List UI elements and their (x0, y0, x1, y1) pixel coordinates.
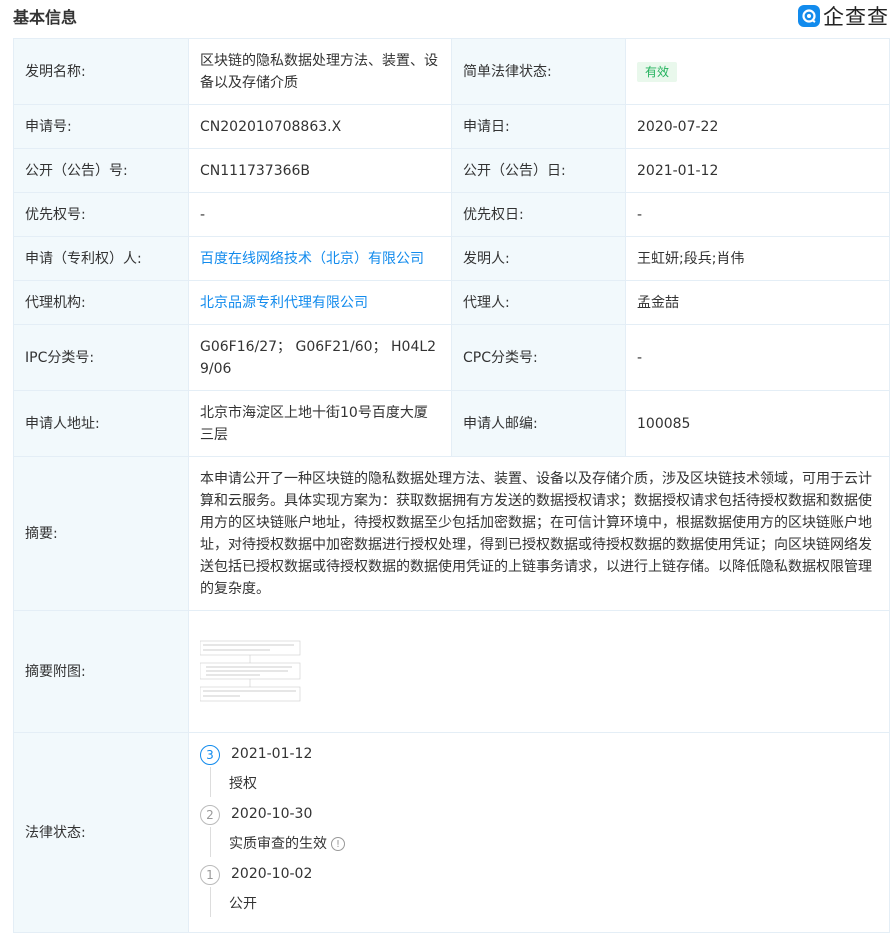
table-row: 申请号: CN202010708863.X 申请日: 2020-07-22 (13, 104, 890, 149)
timeline-item: 3 2021-01-12 授权 (200, 741, 878, 801)
application-no-label: 申请号: (13, 104, 189, 149)
address-value: 北京市海淀区上地十街10号百度大厦三层 (188, 390, 452, 457)
table-row: 申请人地址: 北京市海淀区上地十街10号百度大厦三层 申请人邮编: 100085 (13, 390, 890, 457)
agent-value: 孟金喆 (625, 280, 890, 325)
postcode-value: 100085 (625, 390, 890, 457)
invention-name-value: 区块链的隐私数据处理方法、装置、设备以及存储介质 (188, 38, 452, 105)
timeline-step-number: 1 (200, 865, 220, 885)
qichacha-logo-icon (798, 5, 820, 27)
info-icon[interactable]: ! (331, 837, 345, 851)
publication-no-value: CN111737366B (188, 148, 452, 193)
postcode-label: 申请人邮编: (451, 390, 626, 457)
priority-no-value: - (188, 192, 452, 237)
agency-link[interactable]: 北京品源专利代理有限公司 (200, 295, 368, 311)
abstract-figure-thumbnail[interactable] (200, 637, 304, 707)
agent-label: 代理人: (451, 280, 626, 325)
ipc-label: IPC分类号: (13, 324, 189, 391)
timeline-event: 授权 (229, 773, 257, 795)
section-header: 基本信息 企查查 (0, 0, 895, 34)
application-no-value: CN202010708863.X (188, 104, 452, 149)
timeline-event: 公开 (229, 893, 257, 915)
table-row: 公开（公告）号: CN111737366B 公开（公告）日: 2021-01-1… (13, 148, 890, 193)
legal-status-simple-label: 简单法律状态: (451, 38, 626, 105)
timeline-date: 2021-01-12 (231, 746, 313, 762)
qichacha-logo[interactable]: 企查查 (798, 1, 889, 31)
priority-date-value: - (625, 192, 890, 237)
publication-no-label: 公开（公告）号: (13, 148, 189, 193)
table-row: 法律状态: 3 2021-01-12 授权 2 2020-10-30 实质审查的生效! 1 2… (13, 732, 890, 933)
timeline-event-text: 公开 (229, 896, 257, 912)
application-date-label: 申请日: (451, 104, 626, 149)
table-row: 代理机构: 北京品源专利代理有限公司 代理人: 孟金喆 (13, 280, 890, 325)
publication-date-label: 公开（公告）日: (451, 148, 626, 193)
table-row: 摘要附图: (13, 610, 890, 733)
table-row: 摘要: 本申请公开了一种区块链的隐私数据处理方法、装置、设备以及存储介质，涉及区… (13, 456, 890, 611)
timeline-item: 2 2020-10-30 实质审查的生效! (200, 801, 878, 861)
timeline-connector (210, 767, 211, 797)
table-row: 申请（专利权）人: 百度在线网络技术（北京）有限公司 发明人: 王虹妍;段兵;肖… (13, 236, 890, 281)
agency-label: 代理机构: (13, 280, 189, 325)
table-row: 发明名称: 区块链的隐私数据处理方法、装置、设备以及存储介质 简单法律状态: 有… (13, 38, 890, 105)
patent-info-table: 发明名称: 区块链的隐私数据处理方法、装置、设备以及存储介质 简单法律状态: 有… (13, 38, 890, 933)
inventor-label: 发明人: (451, 236, 626, 281)
abstract-text: 本申请公开了一种区块链的隐私数据处理方法、装置、设备以及存储介质，涉及区块链技术… (188, 456, 890, 611)
timeline-step-number: 3 (200, 745, 220, 765)
priority-no-label: 优先权号: (13, 192, 189, 237)
application-date-value: 2020-07-22 (625, 104, 890, 149)
section-title: 基本信息 (13, 8, 78, 27)
timeline-event: 实质审查的生效! (229, 833, 345, 855)
cpc-value: - (625, 324, 890, 391)
timeline-event-text: 实质审查的生效 (229, 836, 327, 852)
timeline-date: 2020-10-30 (231, 806, 313, 822)
qichacha-logo-text: 企查查 (823, 5, 889, 29)
applicant-label: 申请（专利权）人: (13, 236, 189, 281)
legal-status-label: 法律状态: (13, 732, 189, 933)
timeline-item: 1 2020-10-02 公开 (200, 861, 878, 921)
publication-date-value: 2021-01-12 (625, 148, 890, 193)
inventor-value: 王虹妍;段兵;肖伟 (625, 236, 890, 281)
abstract-figure-label: 摘要附图: (13, 610, 189, 733)
timeline-date: 2020-10-02 (231, 866, 313, 882)
abstract-label: 摘要: (13, 456, 189, 611)
address-label: 申请人地址: (13, 390, 189, 457)
status-badge: 有效 (637, 61, 678, 82)
legal-status-timeline: 3 2021-01-12 授权 2 2020-10-30 实质审查的生效! 1 2020-10… (200, 733, 878, 921)
table-row: IPC分类号: G06F16/27； G06F21/60； H04L29/06 … (13, 324, 890, 391)
invention-name-label: 发明名称: (13, 38, 189, 105)
applicant-link[interactable]: 百度在线网络技术（北京）有限公司 (200, 251, 424, 267)
priority-date-label: 优先权日: (451, 192, 626, 237)
ipc-value: G06F16/27； G06F21/60； H04L29/06 (188, 324, 452, 391)
table-row: 优先权号: - 优先权日: - (13, 192, 890, 237)
timeline-connector (210, 827, 211, 857)
cpc-label: CPC分类号: (451, 324, 626, 391)
timeline-connector (210, 887, 211, 917)
timeline-step-number: 2 (200, 805, 220, 825)
timeline-event-text: 授权 (229, 776, 257, 792)
